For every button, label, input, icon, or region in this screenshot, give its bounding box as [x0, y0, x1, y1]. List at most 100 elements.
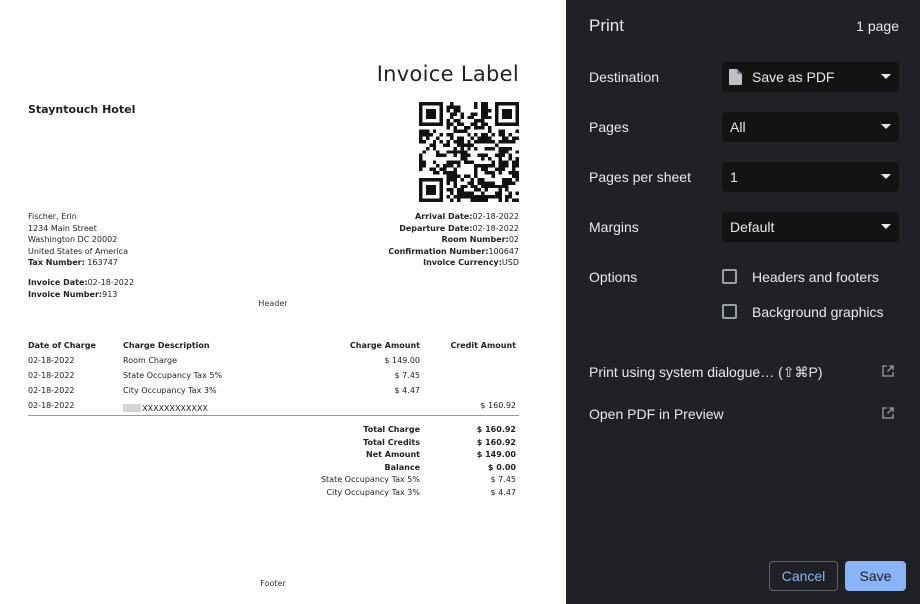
guest-street: 1234 Main Street — [28, 223, 97, 233]
print-settings-panel: Print 1 page Destination Save as PDF Pag… — [566, 0, 920, 604]
arrival-value: 02-18-2022 — [472, 212, 520, 221]
column-header-credit: Credit Amount — [450, 341, 516, 350]
row-charge: $ 4.47 — [394, 386, 420, 395]
summary-row: State Occupancy Tax 5% $ 7.45 — [28, 474, 519, 487]
destination-value: Save as PDF — [752, 69, 835, 85]
summary-label: Balance — [384, 462, 421, 472]
chevron-down-icon — [881, 174, 891, 179]
chevron-down-icon — [881, 224, 891, 229]
departure-date: Departure Date:02-18-2022 — [388, 223, 519, 235]
page-header-label: Header — [258, 299, 288, 308]
summary-value: $ 4.47 — [490, 487, 516, 497]
table-header-row: Date of Charge Charge Description Charge… — [28, 340, 519, 353]
summary-label: Total Charge — [363, 425, 420, 434]
destination-select[interactable]: Save as PDF — [722, 62, 899, 92]
destination-label: Destination — [589, 69, 660, 85]
pages-per-sheet-select[interactable]: 1 — [722, 162, 899, 192]
invoice-date-label: Invoice Date: — [28, 278, 88, 287]
table-row: 02-18-2022 City Occupancy Tax 3% $ 4.47 — [28, 383, 519, 398]
tax-number-value: 163747 — [84, 258, 118, 268]
row-charge: $ 149.00 — [384, 356, 420, 365]
row-credit: $ 160.92 — [480, 401, 516, 410]
invoice-currency: Invoice Currency:USD — [388, 257, 519, 269]
invoice-number-value: 913 — [102, 289, 118, 299]
row-charge: $ 7.45 — [394, 371, 420, 380]
currency-label: Invoice Currency: — [423, 258, 502, 268]
row-date: 02-18-2022 — [28, 356, 75, 365]
row-description: State Occupancy Tax 5% — [123, 371, 223, 380]
hotel-name: Stayntouch Hotel — [28, 103, 136, 116]
column-header-description: Charge Description — [123, 341, 210, 350]
background-graphics-label[interactable]: Background graphics — [752, 304, 884, 320]
confirmation-label: Confirmation Number: — [388, 246, 489, 256]
guest-country: United States of America — [28, 246, 128, 256]
room-value: 02 — [508, 235, 519, 245]
pages-per-sheet-value: 1 — [730, 169, 738, 185]
departure-label: Departure Date: — [399, 223, 473, 233]
qr-code — [419, 102, 519, 202]
table-row: 02-18-2022 Visa XXXXXXXXXXXX $ 160.92 — [28, 398, 519, 413]
file-icon — [729, 69, 742, 85]
guest-address-block: Fischer, Erin 1234 Main Street Washingto… — [28, 211, 128, 269]
guest-tax-number: Tax Number: 163747 — [28, 257, 128, 269]
open-external-icon[interactable] — [882, 407, 894, 419]
pages-label: Pages — [589, 119, 629, 135]
invoice-number-label: Invoice Number: — [28, 289, 103, 299]
room-number: Room Number:02 — [388, 234, 519, 246]
guest-city: Washington DC 20002 — [28, 235, 118, 245]
chevron-down-icon — [881, 74, 891, 79]
summary-row: Balance $ 0.00 — [28, 462, 519, 475]
arrival-label: Arrival Date: — [415, 212, 473, 221]
summary-value: $ 149.00 — [476, 450, 516, 459]
print-title: Print — [589, 16, 624, 35]
system-dialog-link[interactable]: Print using system dialogue… (⇧⌘P) — [589, 364, 822, 381]
row-date: 02-18-2022 — [28, 401, 75, 410]
confirmation-value: 100647 — [488, 246, 519, 256]
row-date: 02-18-2022 — [28, 371, 75, 380]
open-external-icon[interactable] — [882, 365, 894, 377]
redacted-digits — [123, 404, 141, 412]
summary-row: Total Credits $ 160.92 — [28, 437, 519, 450]
row-description: Room Charge — [123, 356, 178, 365]
guest-name: Fischer, Erin — [28, 212, 77, 221]
table-row: 02-18-2022 State Occupancy Tax 5% $ 7.45 — [28, 368, 519, 383]
margins-select[interactable]: Default — [722, 212, 899, 242]
margins-label: Margins — [589, 219, 639, 235]
column-header-charge: Charge Amount — [349, 341, 420, 350]
row-date: 02-18-2022 — [28, 386, 75, 395]
summary-row: City Occupancy Tax 3% $ 4.47 — [28, 487, 519, 500]
invoice-info-block: Invoice Date:02-18-2022 Invoice Number:9… — [28, 277, 134, 300]
page-count: 1 page — [856, 18, 899, 34]
currency-value: USD — [501, 258, 519, 268]
summary-value: $ 160.92 — [476, 437, 516, 447]
cancel-button[interactable]: Cancel — [769, 561, 838, 591]
totals-summary: Total Charge $ 160.92 Total Credits $ 160.… — [28, 424, 519, 499]
summary-value: $ 7.45 — [490, 475, 516, 484]
arrival-date: Arrival Date:02-18-2022 — [388, 211, 519, 223]
invoice-date: Invoice Date:02-18-2022 — [28, 277, 134, 289]
page-footer-label: Footer — [260, 579, 286, 588]
document-title: Invoice Label — [376, 62, 519, 86]
summary-label: City Occupancy Tax 3% — [326, 487, 420, 497]
charges-table: Date of Charge Charge Description Charge… — [28, 340, 519, 416]
summary-row: Net Amount $ 149.00 — [28, 449, 519, 462]
room-label: Room Number: — [441, 235, 509, 245]
save-button[interactable]: Save — [845, 561, 906, 591]
pages-select[interactable]: All — [722, 112, 899, 142]
pages-per-sheet-label: Pages per sheet — [589, 169, 691, 185]
row-description: City Occupancy Tax 3% — [123, 386, 217, 395]
headers-footers-label[interactable]: Headers and footers — [752, 269, 879, 285]
summary-label: Total Credits — [363, 437, 420, 447]
summary-value: $ 0.00 — [487, 462, 516, 472]
open-pdf-preview-link[interactable]: Open PDF in Preview — [589, 406, 724, 422]
headers-footers-checkbox[interactable] — [722, 269, 737, 284]
table-divider — [28, 415, 519, 416]
invoice-date-value: 02-18-2022 — [87, 278, 135, 287]
tax-number-label: Tax Number: — [28, 258, 85, 268]
margins-value: Default — [730, 219, 775, 235]
column-header-date: Date of Charge — [28, 341, 96, 350]
background-graphics-checkbox[interactable] — [722, 304, 737, 319]
departure-value: 02-18-2022 — [472, 223, 520, 233]
summary-value: $ 160.92 — [476, 425, 516, 434]
pages-value: All — [730, 119, 746, 135]
